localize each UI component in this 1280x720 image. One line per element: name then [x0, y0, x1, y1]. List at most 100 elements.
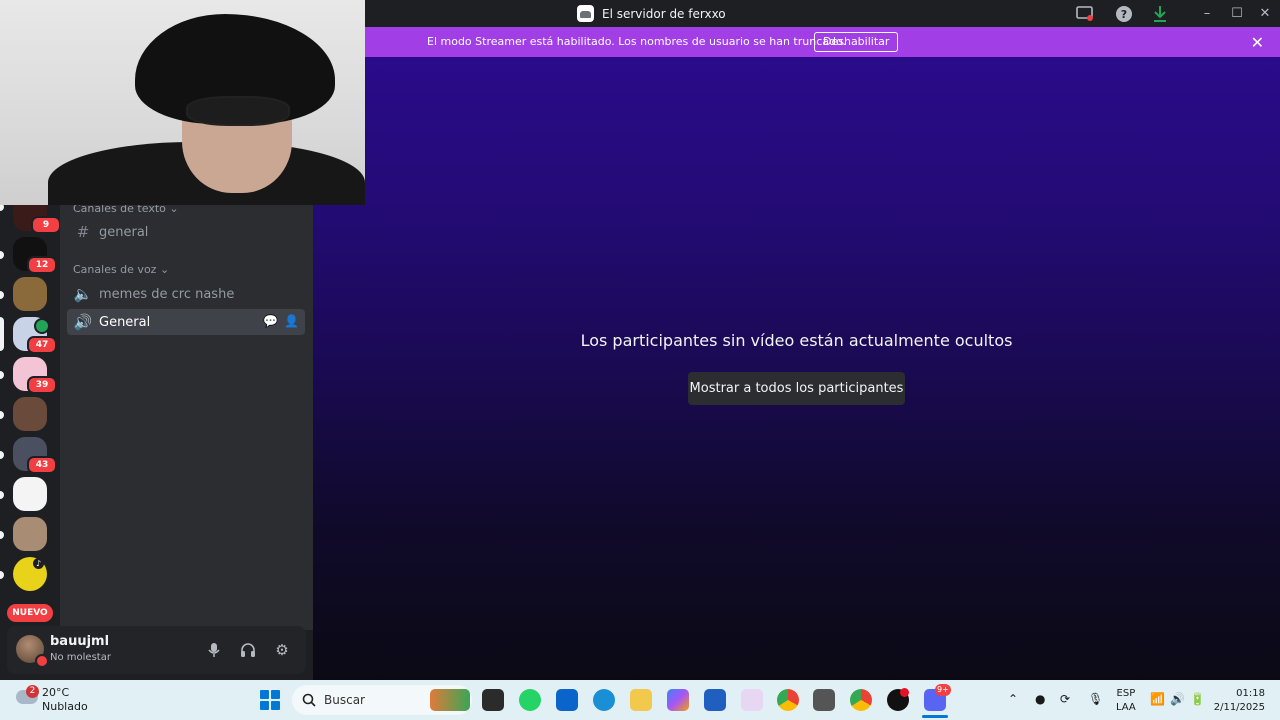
edge-icon[interactable] [593, 689, 615, 711]
user-panel: bauujml No molestar ⚙ [7, 626, 306, 674]
server-image [13, 397, 47, 431]
show-all-participants-button[interactable]: Mostrar a todos los participantes [688, 372, 905, 405]
wifi-icon[interactable]: 📶 [1150, 692, 1165, 706]
unread-pill [0, 571, 4, 579]
language-indicator[interactable]: ESP LAA [1116, 687, 1136, 715]
search-icon [302, 693, 316, 707]
disable-streamer-button[interactable]: Deshabilitar [814, 32, 899, 52]
minimize-icon[interactable]: – [1198, 4, 1216, 22]
voice-channels-category[interactable]: Canales de voz ⌄ [73, 263, 169, 276]
chrome-icon[interactable] [777, 689, 799, 711]
date: 2/11/2025 [1213, 702, 1265, 713]
store-icon[interactable] [704, 689, 726, 711]
server-image [13, 517, 47, 551]
clock[interactable]: 01:18 2/11/2025 [1210, 687, 1265, 715]
voice-channel-memes[interactable]: 🔈 memes de crc nashe [67, 281, 305, 307]
speaker-icon: ♪ [33, 558, 44, 569]
unread-pill [0, 531, 4, 539]
temperature: 20°C [42, 686, 70, 699]
close-banner-icon[interactable]: ✕ [1251, 33, 1264, 52]
microphone-icon[interactable] [204, 640, 224, 660]
help-icon[interactable]: ? [1114, 4, 1134, 24]
windows-taskbar: 2 20°C Nublado Buscar 9+ ⌃ ● ⟳ 🎙 ESP LAA… [0, 680, 1280, 720]
file-explorer-icon[interactable] [630, 689, 652, 711]
chrome-profile-icon[interactable] [850, 689, 872, 711]
copilot-icon[interactable] [667, 689, 689, 711]
unread-pill [0, 251, 4, 259]
mention-badge: 12 [27, 256, 57, 274]
channel-name: General [99, 314, 151, 330]
channel-name: general [99, 224, 149, 240]
hashtag-icon: # [76, 223, 90, 241]
hidden-participants-message: Los participantes sin vídeo están actual… [580, 331, 1013, 350]
voice-active-icon [34, 318, 50, 334]
whatsapp-icon[interactable] [519, 689, 541, 711]
chevron-down-icon: ⌄ [159, 263, 170, 276]
weather-badge: 2 [26, 685, 39, 698]
gear-icon[interactable]: ⚙ [272, 640, 292, 660]
speaker-icon: 🔊 [73, 313, 93, 331]
chat-bubble-icon[interactable]: 💬 [263, 314, 278, 328]
outlook-icon[interactable] [556, 689, 578, 711]
user-status: No molestar [50, 652, 111, 663]
streamer-mode-banner: El modo Streamer está habilitado. Los no… [365, 27, 1280, 57]
server-image [13, 477, 47, 511]
voice-stage: Los participantes sin vídeo están actual… [313, 57, 1280, 680]
unread-pill [0, 291, 4, 299]
server-logo-icon [577, 5, 594, 22]
server-icon[interactable] [13, 517, 47, 551]
search-highlight-icon[interactable] [430, 689, 470, 711]
headphones-icon[interactable] [238, 640, 258, 660]
language-code: ESP [1116, 688, 1136, 699]
username[interactable]: bauujml [50, 634, 109, 649]
keyboard-layout: LAA [1116, 702, 1136, 713]
window-title: El servidor de ferxxo [577, 5, 726, 22]
channel-sidebar: Canales de texto ⌄ # general Canales de … [60, 202, 313, 630]
maximize-icon[interactable]: ☐ [1228, 4, 1246, 22]
mention-badge: 47 [27, 336, 57, 354]
server-icon[interactable] [13, 397, 47, 431]
category-label: Canales de voz [73, 263, 157, 276]
active-app-indicator [922, 715, 948, 718]
weather-condition: Nublado [42, 700, 88, 713]
mention-badge: 9 [31, 216, 61, 234]
search-placeholder: Buscar [324, 693, 365, 707]
volume-icon[interactable]: 🔊 [1170, 692, 1185, 706]
calculator-icon[interactable] [813, 689, 835, 711]
sync-icon[interactable]: ⟳ [1060, 692, 1070, 706]
dnd-status-icon [35, 654, 49, 668]
speaker-locked-icon: 🔈 [73, 285, 93, 303]
invite-user-icon[interactable]: 👤 [284, 314, 299, 328]
active-server-pill [0, 317, 4, 351]
download-icon[interactable] [1150, 4, 1170, 24]
unread-pill [0, 371, 4, 379]
server-icon[interactable] [13, 477, 47, 511]
snipping-tool-icon[interactable] [741, 689, 763, 711]
windows-start-icon[interactable] [260, 690, 280, 710]
unread-pill [0, 451, 4, 459]
channel-name: memes de crc nashe [99, 286, 235, 302]
new-badge[interactable]: NUEVO [7, 604, 53, 622]
webcam-overlay [0, 0, 365, 205]
server-rail: 9 12 47 39 43 ♪ NUEVO [0, 197, 61, 630]
chevron-up-icon[interactable]: ⌃ [1008, 692, 1018, 706]
server-icon[interactable] [13, 277, 47, 311]
voice-channel-general[interactable]: 🔊 General 💬 👤 [67, 309, 305, 335]
mention-badge: 39 [27, 376, 57, 394]
task-view-icon[interactable] [482, 689, 504, 711]
mention-badge: 43 [27, 456, 57, 474]
microphone-tray-icon[interactable]: 🎙 [1088, 692, 1103, 706]
recording-dot-icon [900, 688, 909, 697]
unread-pill [0, 491, 4, 499]
server-image [13, 277, 47, 311]
battery-icon[interactable]: 🔋 [1190, 692, 1205, 706]
svg-text:?: ? [1121, 8, 1127, 21]
tray-app-icon[interactable]: ● [1035, 692, 1045, 706]
webcam-person-glasses [186, 96, 290, 126]
close-window-icon[interactable]: ✕ [1256, 4, 1274, 22]
time: 01:18 [1236, 688, 1265, 699]
channel-general[interactable]: # general [67, 219, 305, 245]
discord-badge: 9+ [935, 684, 951, 696]
streamer-mode-message: El modo Streamer está habilitado. Los no… [427, 35, 847, 48]
screen-share-icon[interactable] [1075, 4, 1095, 24]
